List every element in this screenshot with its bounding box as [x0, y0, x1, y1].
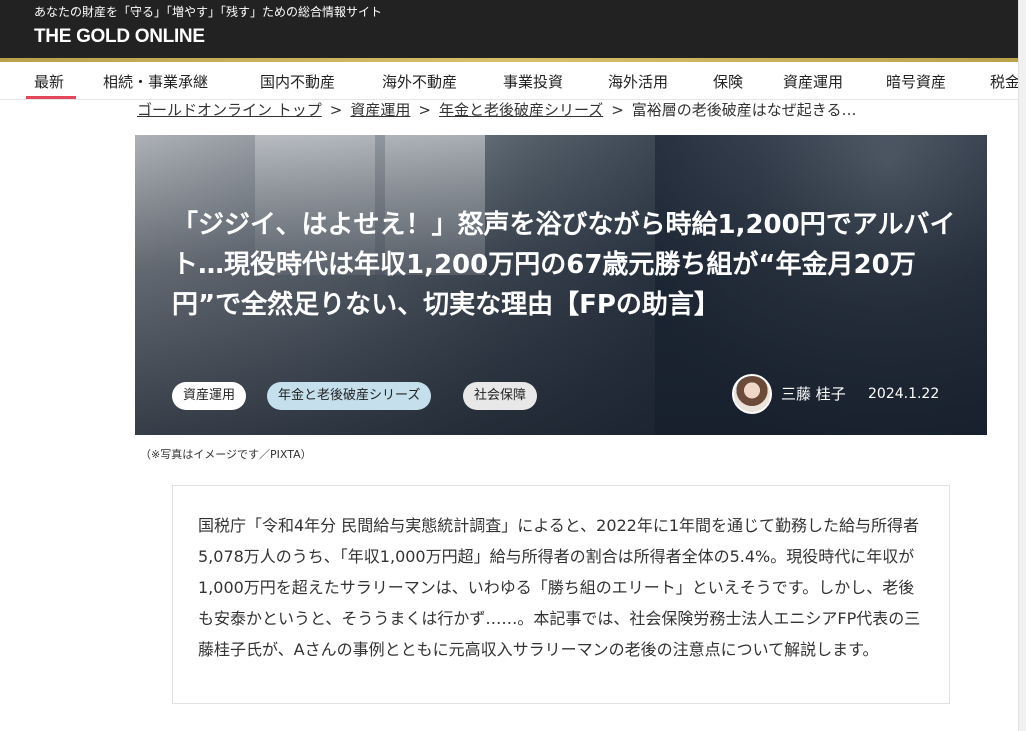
nav-item-business-investment[interactable]: 事業投資: [503, 71, 563, 92]
site-tagline: あなたの財産を「守る」「増やす」「残す」ための総合情報サイト: [34, 5, 383, 19]
nav-item-tax[interactable]: 税金: [990, 71, 1018, 92]
author-avatar[interactable]: [732, 374, 772, 414]
article-title: 「ジジイ、はよせえ！」怒声を浴びながら時給1,200円でアルバイト…現役時代は年…: [172, 210, 956, 320]
breadcrumb-asset-link[interactable]: 資産運用: [350, 101, 410, 119]
tag-social-security[interactable]: 社会保障: [463, 382, 538, 410]
breadcrumb-current: 富裕層の老後破産はなぜ起きる…: [631, 101, 857, 119]
page-scrollbar[interactable]: [1018, 0, 1026, 731]
nav-item-inheritance[interactable]: 相続・事業承継: [103, 71, 208, 92]
nav-item-insurance[interactable]: 保険: [713, 71, 743, 92]
article-lead-box: 国税庁「令和4年分 民間給与実態統計調査」によると、2022年に1年間を通じて勤…: [172, 485, 950, 704]
nav-item-latest[interactable]: 最新: [34, 71, 64, 92]
article-lead-text: 国税庁「令和4年分 民間給与実態統計調査」によると、2022年に1年間を通じて勤…: [198, 516, 921, 659]
publish-date: 2024.1.22: [868, 386, 940, 402]
tag-pension-series[interactable]: 年金と老後破産シリーズ: [267, 382, 432, 410]
site-logo[interactable]: THE GOLD ONLINE: [34, 26, 205, 48]
breadcrumb: ゴールドオンライン トップ > 資産運用 > 年金と老後破産シリーズ > 富裕層の老後破産は…: [137, 99, 857, 120]
breadcrumb-separator: >: [611, 101, 624, 119]
nav-item-domestic-realestate[interactable]: 国内不動産: [260, 71, 335, 92]
main-nav: 最新 相続・事業承継 国内不動産 海外不動産 事業投資 海外活用 保険 資産運用…: [0, 62, 1018, 100]
nav-item-overseas-realestate[interactable]: 海外不動産: [382, 71, 457, 92]
breadcrumb-separator: >: [329, 101, 343, 119]
nav-item-crypto[interactable]: 暗号資産: [886, 71, 946, 92]
active-nav-indicator: [26, 96, 76, 99]
breadcrumb-separator: >: [418, 101, 431, 119]
nav-item-asset-management[interactable]: 資産運用: [783, 71, 843, 92]
site-header: あなたの財産を「守る」「増やす」「残す」ための総合情報サイト THE GOLD …: [0, 0, 1026, 58]
article-hero-image: 「ジジイ、はよせえ！」怒声を浴びながら時給1,200円でアルバイト…現役時代は年…: [135, 135, 987, 435]
author-name[interactable]: 三藤 桂子: [781, 383, 846, 404]
breadcrumb-series-link[interactable]: 年金と老後破産シリーズ: [439, 101, 603, 119]
photo-caption: （※写真はイメージです／PIXTA）: [140, 448, 312, 461]
nav-item-overseas-use[interactable]: 海外活用: [608, 71, 668, 92]
breadcrumb-home-link[interactable]: ゴールドオンライン トップ: [137, 101, 322, 119]
tag-asset-management[interactable]: 資産運用: [172, 382, 247, 410]
